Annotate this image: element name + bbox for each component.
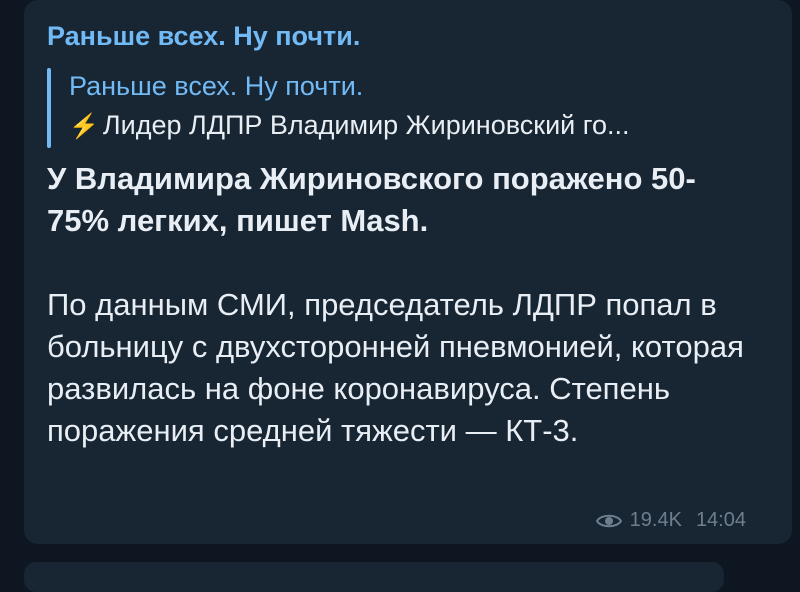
quote-content: Раньше всех. Ну почти. ⚡ Лидер ЛДПР Влади… bbox=[69, 68, 719, 148]
message-headline: У Владимира Жириновского поражено 50-75%… bbox=[47, 161, 696, 238]
quote-title: Раньше всех. Ну почти. bbox=[69, 71, 364, 101]
message-bubble[interactable]: Раньше всех. Ну почти. Раньше всех. Ну п… bbox=[24, 0, 792, 544]
message-body: У Владимира Жириновского поражено 50-75%… bbox=[47, 158, 744, 452]
message-paragraph: По данным СМИ, председатель ЛДПР попал в… bbox=[47, 287, 744, 448]
eye-icon bbox=[595, 514, 622, 527]
quote-bar bbox=[47, 68, 51, 148]
forwarded-quote[interactable]: Раньше всех. Ну почти. ⚡ Лидер ЛДПР Влади… bbox=[47, 68, 744, 148]
channel-name[interactable]: Раньше всех. Ну почти. bbox=[47, 18, 744, 54]
quote-preview-text: Лидер ЛДПР Владимир Жириновский го... bbox=[102, 110, 630, 140]
lightning-icon: ⚡ bbox=[69, 113, 99, 140]
quote-preview: ⚡ Лидер ЛДПР Владимир Жириновский го... bbox=[69, 104, 719, 148]
next-message-bubble[interactable] bbox=[24, 562, 724, 592]
message-time: 14:04 bbox=[695, 509, 746, 531]
view-count: 19.4K bbox=[629, 509, 682, 531]
message-meta: 19.4K 14:04 bbox=[595, 509, 746, 532]
